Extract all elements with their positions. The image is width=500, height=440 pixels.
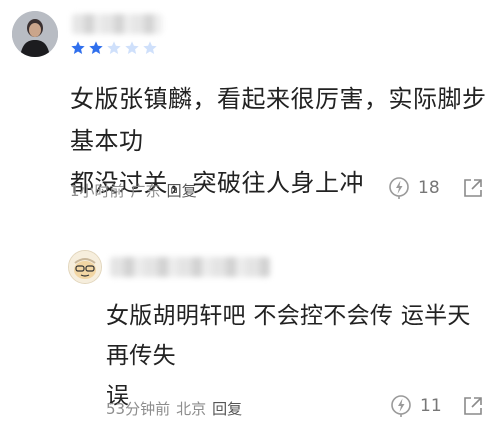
- avatar[interactable]: [12, 11, 58, 57]
- reply-button[interactable]: 回复: [167, 180, 197, 201]
- username-blurred[interactable]: [110, 257, 270, 277]
- like-button[interactable]: 11: [390, 394, 442, 418]
- like-button[interactable]: 18: [388, 176, 440, 200]
- star-icon: [125, 41, 139, 54]
- reply-button[interactable]: 回复: [212, 398, 242, 419]
- like-icon: [391, 395, 411, 417]
- star-icon: [89, 41, 103, 54]
- comment-text-line: 女版张镇麟，看起来很厉害，实际脚步基本功: [70, 85, 487, 155]
- comment-thread: 女版张镇麟，看起来很厉害，实际脚步基本功 都没过关，突破往人身上冲 1小时前 广…: [0, 0, 500, 440]
- star-icon: [143, 41, 157, 54]
- like-icon: [389, 177, 409, 199]
- reply-text-line: 女版胡明轩吧 不会控不会传 运半天再传失: [106, 303, 471, 369]
- reply-meta: 53分钟前 北京 回复: [106, 398, 242, 419]
- avatar-cartoon-icon: [69, 251, 101, 283]
- avatar[interactable]: [68, 250, 102, 284]
- share-icon[interactable]: [463, 396, 483, 416]
- share-icon[interactable]: [463, 178, 483, 198]
- like-count: 11: [420, 396, 442, 416]
- comment-meta: 1小时前 广东 回复: [70, 180, 197, 201]
- star-icon: [71, 41, 85, 54]
- avatar-photo-icon: [12, 11, 58, 57]
- comment-time: 1小时前: [70, 182, 125, 200]
- star-icon: [107, 41, 121, 54]
- comment-location: 广东: [130, 182, 161, 200]
- reply-time: 53分钟前: [106, 400, 171, 418]
- rating-stars: [70, 40, 158, 62]
- username-blurred[interactable]: [72, 14, 162, 34]
- reply-location: 北京: [176, 400, 207, 418]
- like-count: 18: [418, 178, 440, 198]
